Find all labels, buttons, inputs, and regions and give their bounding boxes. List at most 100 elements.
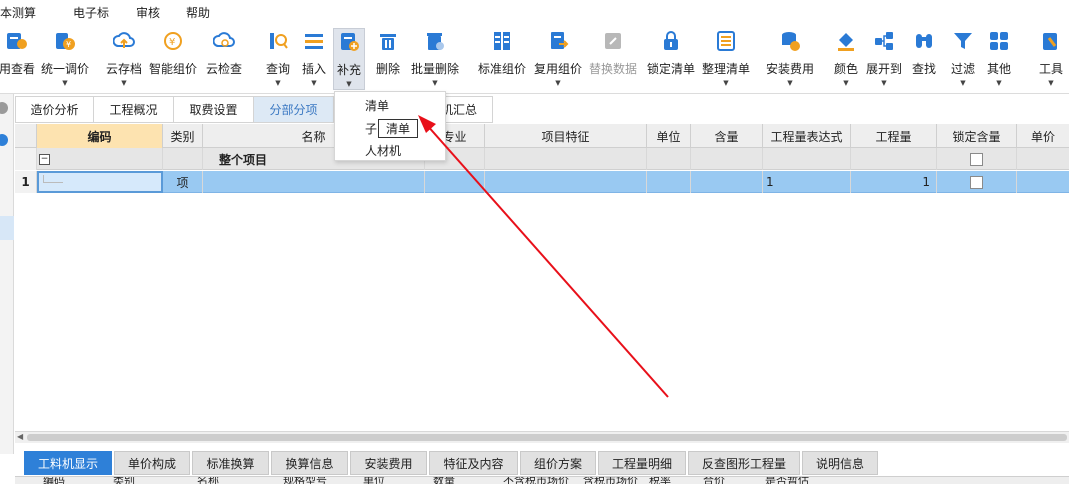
horizontal-scrollbar[interactable]: ◀ <box>15 431 1069 443</box>
menu-item-sub[interactable]: 子 <box>365 120 377 137</box>
color-bucket-icon <box>838 33 854 51</box>
tab-install-fee[interactable]: 安装费用 <box>350 451 427 475</box>
left-nav-selected[interactable] <box>0 216 14 240</box>
tab-description[interactable]: 说明信息 <box>802 451 878 475</box>
replace-data-button[interactable]: 替换数据 <box>587 28 639 90</box>
menu-item-calc[interactable]: 本测算 <box>0 4 36 21</box>
find-button[interactable]: 查找 <box>910 28 938 90</box>
tab-labor-material-display[interactable]: 工料机显示 <box>24 451 112 475</box>
bottom-header-unit[interactable]: 单位 <box>363 477 385 484</box>
lock-list-button[interactable]: 锁定清单 <box>645 28 697 90</box>
trash-icon <box>380 34 396 50</box>
smart-price-button[interactable]: ¥ 智能组价 <box>147 28 199 90</box>
tab-pricing-scheme[interactable]: 组价方案 <box>520 451 596 475</box>
standard-price-button[interactable]: 标准组价 <box>476 28 528 90</box>
type-cell[interactable]: 项 <box>163 171 203 193</box>
query-button[interactable]: 查询 ▼ <box>263 28 293 90</box>
lock-content-cell[interactable] <box>937 171 1017 193</box>
table-row-root[interactable]: − 整个项目 <box>15 148 1069 170</box>
unit-cell[interactable] <box>647 148 691 170</box>
bottom-header-estimate[interactable]: 是否暂估 <box>765 477 809 484</box>
collapse-icon[interactable] <box>0 102 8 114</box>
bottom-header-total[interactable]: 合价 <box>703 477 725 484</box>
bottom-header-amount[interactable]: 数量 <box>433 477 455 484</box>
qty-expr-cell[interactable]: 1 <box>763 171 851 193</box>
lock-checkbox[interactable] <box>970 175 983 189</box>
header-lock-content[interactable]: 锁定含量 <box>937 124 1017 148</box>
supplement-button[interactable]: 补充 ▼ <box>333 28 365 90</box>
quantity-cell[interactable]: 1 <box>851 171 937 193</box>
quantity-cell[interactable] <box>851 148 937 170</box>
tab-sub-items[interactable]: 分部分项 <box>253 96 333 123</box>
grid-header: 编码 类别 名称 专业 项目特征 单位 含量 工程量表达式 工程量 锁定含量 单… <box>15 124 1069 148</box>
chevron-down-icon: ▼ <box>960 79 966 87</box>
tab-cost-analysis[interactable]: 造价分析 <box>15 96 93 123</box>
scroll-left-icon[interactable]: ◀ <box>17 432 23 441</box>
lock-content-cell[interactable] <box>937 148 1017 170</box>
menu-item-help[interactable]: 帮助 <box>186 4 210 21</box>
features-cell[interactable] <box>485 171 647 193</box>
unit-cell[interactable] <box>647 171 691 193</box>
expand-to-button[interactable]: 展开到 ▼ <box>864 28 904 90</box>
qty-expr-cell[interactable] <box>763 148 851 170</box>
header-unit-price[interactable]: 单价 <box>1017 124 1069 148</box>
content-cell[interactable] <box>691 171 763 193</box>
bottom-header-spec[interactable]: 规格型号 <box>283 477 327 484</box>
info-icon[interactable] <box>0 134 8 146</box>
menu-item-bill[interactable]: 清单 <box>365 97 389 114</box>
cloud-save-button[interactable]: 云存档 ▼ <box>104 28 144 90</box>
bottom-header-tax[interactable]: 税率 <box>649 477 671 484</box>
filter-button[interactable]: 过滤 ▼ <box>948 28 978 90</box>
organize-list-button[interactable]: 整理清单 ▼ <box>700 28 752 90</box>
header-qty-expr[interactable]: 工程量表达式 <box>763 124 851 148</box>
features-cell[interactable] <box>485 148 647 170</box>
table-row[interactable]: 1 项 1 1 <box>15 171 1069 193</box>
code-cell[interactable]: − <box>37 148 163 170</box>
delete-button[interactable]: 删除 <box>373 28 403 90</box>
reuse-price-button[interactable]: 复用组价 ▼ <box>532 28 584 90</box>
batch-delete-button[interactable]: 批量删除 ▼ <box>408 28 462 90</box>
bottom-header-type[interactable]: 类别 <box>113 477 135 484</box>
lock-checkbox[interactable] <box>970 152 983 166</box>
menu-item-labor-material[interactable]: 人材机 <box>365 142 401 159</box>
other-button[interactable]: 其他 ▼ <box>984 28 1014 90</box>
menu-item-ebid[interactable]: 电子标 <box>73 4 109 21</box>
name-cell[interactable] <box>203 171 425 193</box>
tab-project-overview[interactable]: 工程概况 <box>93 96 173 123</box>
install-fee-button[interactable]: 安装费用 ▼ <box>764 28 816 90</box>
header-type[interactable]: 类别 <box>163 124 203 148</box>
tab-features-content[interactable]: 特征及内容 <box>429 451 518 475</box>
tab-quantity-detail[interactable]: 工程量明细 <box>598 451 686 475</box>
header-unit[interactable]: 单位 <box>647 124 691 148</box>
unit-price-cell[interactable] <box>1017 148 1069 170</box>
tab-reverse-graphic-qty[interactable]: 反查图形工程量 <box>688 451 800 475</box>
lock-icon <box>664 31 678 50</box>
unit-price-cell[interactable] <box>1017 171 1069 193</box>
tab-unit-price-composition[interactable]: 单价构成 <box>114 451 190 475</box>
bottom-header-name[interactable]: 名称 <box>197 477 219 484</box>
header-code[interactable]: 编码 <box>37 124 163 148</box>
header-content[interactable]: 含量 <box>691 124 763 148</box>
header-features[interactable]: 项目特征 <box>485 124 647 148</box>
svg-text:¥: ¥ <box>66 40 71 49</box>
adjust-price-button[interactable]: ¥ 统一调价 ▼ <box>38 28 92 90</box>
menu-item-review[interactable]: 审核 <box>136 4 160 21</box>
color-button[interactable]: 颜色 ▼ <box>832 28 860 90</box>
header-quantity[interactable]: 工程量 <box>851 124 937 148</box>
type-cell[interactable] <box>163 148 203 170</box>
tools-button[interactable]: 工具 ▼ <box>1036 28 1066 90</box>
content-cell[interactable] <box>691 148 763 170</box>
bottom-header-code[interactable]: 编码 <box>43 477 65 484</box>
bottom-header-price-excl[interactable]: 不含税市场价 <box>503 477 569 484</box>
scroll-thumb[interactable] <box>27 434 1067 441</box>
specialty-cell[interactable] <box>425 171 485 193</box>
tab-conversion-info[interactable]: 换算信息 <box>271 451 348 475</box>
cloud-check-button[interactable]: 云检查 <box>204 28 244 90</box>
tab-fee-settings[interactable]: 取费设置 <box>173 96 253 123</box>
collapse-tree-icon[interactable]: − <box>39 153 50 165</box>
insert-button[interactable]: 插入 ▼ <box>299 28 329 90</box>
code-cell[interactable] <box>37 171 163 193</box>
bottom-header-price-incl[interactable]: 含税市场价 <box>583 477 638 484</box>
tab-standard-conversion[interactable]: 标准换算 <box>192 451 269 475</box>
view-button[interactable]: 用查看 <box>0 28 35 90</box>
